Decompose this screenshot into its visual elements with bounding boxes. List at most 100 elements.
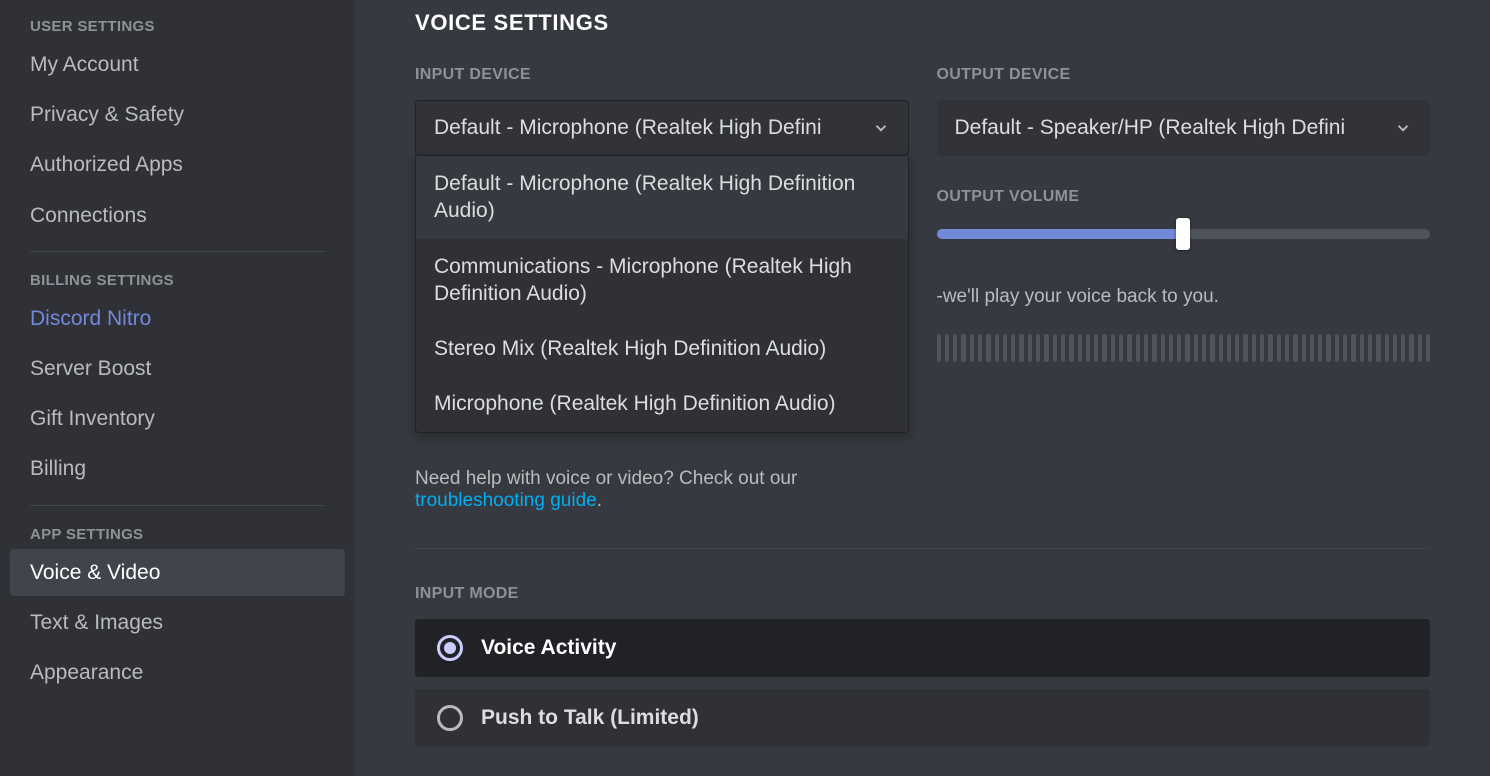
sidebar-header-app: APP SETTINGS [10, 518, 345, 549]
mic-bar [1078, 334, 1082, 362]
mic-bar [1235, 334, 1239, 362]
sidebar-divider [30, 505, 325, 506]
mic-bar [1227, 334, 1231, 362]
mic-bar [1177, 334, 1181, 362]
output-device-select[interactable]: Default - Speaker/HP (Realtek High Defin… [937, 100, 1431, 156]
mic-meter [937, 334, 1431, 362]
sidebar-item-authorized-apps[interactable]: Authorized Apps [10, 141, 345, 188]
mic-bar [1335, 334, 1339, 362]
mic-bar [1194, 334, 1198, 362]
sidebar-item-appearance[interactable]: Appearance [10, 649, 345, 696]
sidebar-item-server-boost[interactable]: Server Boost [10, 345, 345, 392]
mic-bar [1036, 334, 1040, 362]
slider-track [937, 229, 1431, 239]
radio-icon [437, 705, 463, 731]
troubleshooting-link[interactable]: troubleshooting guide [415, 490, 597, 511]
page-title: VOICE SETTINGS [415, 0, 1430, 66]
radio-label: Push to Talk (Limited) [481, 706, 699, 730]
mic-bar [1019, 334, 1023, 362]
mic-bar [1393, 334, 1397, 362]
mic-bar [1011, 334, 1015, 362]
input-mode-section: INPUT MODE Voice Activity Push to Talk (… [415, 585, 1430, 747]
sidebar-item-voice-video[interactable]: Voice & Video [10, 549, 345, 596]
mic-bar [986, 334, 990, 362]
mic-bar [1044, 334, 1048, 362]
help-prefix: Need help with voice or video? Check out… [415, 468, 797, 489]
mic-bar [1376, 334, 1380, 362]
mic-bar [1069, 334, 1073, 362]
input-device-option[interactable]: Default - Microphone (Realtek High Defin… [416, 156, 908, 239]
mic-bar [1409, 334, 1413, 362]
mic-bar [1285, 334, 1289, 362]
mic-bar [1028, 334, 1032, 362]
input-device-option[interactable]: Stereo Mix (Realtek High Definition Audi… [416, 321, 908, 376]
mic-bar [953, 334, 957, 362]
mic-test-text: -we'll play your voice back to you. [937, 286, 1431, 308]
mic-bar [1119, 334, 1123, 362]
mic-bar [937, 334, 941, 362]
input-device-option[interactable]: Microphone (Realtek High Definition Audi… [416, 376, 908, 431]
sidebar-item-my-account[interactable]: My Account [10, 41, 345, 88]
sidebar-header-user: USER SETTINGS [10, 10, 345, 41]
sidebar-header-billing: BILLING SETTINGS [10, 264, 345, 295]
output-device-selected: Default - Speaker/HP (Realtek High Defin… [955, 116, 1385, 140]
mic-bar [1094, 334, 1098, 362]
mic-bar [1260, 334, 1264, 362]
mic-bar [1277, 334, 1281, 362]
mic-bar [1293, 334, 1297, 362]
mic-bar [1268, 334, 1272, 362]
slider-thumb[interactable] [1176, 218, 1190, 250]
output-device-column: OUTPUT DEVICE Default - Speaker/HP (Real… [937, 66, 1431, 512]
mic-bar [970, 334, 974, 362]
input-device-column: INPUT DEVICE Default - Microphone (Realt… [415, 66, 909, 512]
mic-bar [1003, 334, 1007, 362]
slider-fill [937, 229, 1184, 239]
sidebar-item-discord-nitro[interactable]: Discord Nitro [10, 295, 345, 342]
mic-bar [1418, 334, 1422, 362]
mic-bar [1152, 334, 1156, 362]
mic-bar [961, 334, 965, 362]
input-device-selected: Default - Microphone (Realtek High Defin… [434, 116, 862, 140]
mic-bar [1310, 334, 1314, 362]
mic-bar [945, 334, 949, 362]
input-mode-push-to-talk[interactable]: Push to Talk (Limited) [415, 689, 1430, 747]
input-device-label: INPUT DEVICE [415, 66, 909, 84]
mic-bar [1210, 334, 1214, 362]
main-content: VOICE SETTINGS INPUT DEVICE Default - Mi… [355, 0, 1490, 776]
output-volume-label: OUTPUT VOLUME [937, 188, 1431, 206]
sidebar-item-gift-inventory[interactable]: Gift Inventory [10, 395, 345, 442]
section-divider [415, 548, 1430, 549]
mic-bar [1243, 334, 1247, 362]
help-suffix: . [597, 490, 602, 511]
sidebar-item-text-images[interactable]: Text & Images [10, 599, 345, 646]
sidebar-item-billing[interactable]: Billing [10, 445, 345, 492]
sidebar-item-privacy-safety[interactable]: Privacy & Safety [10, 91, 345, 138]
mic-bar [995, 334, 999, 362]
mic-bar [1111, 334, 1115, 362]
mic-bar [1385, 334, 1389, 362]
radio-label: Voice Activity [481, 636, 616, 660]
input-mode-label: INPUT MODE [415, 585, 1430, 603]
help-line: Need help with voice or video? Check out… [415, 468, 909, 512]
mic-bar [1169, 334, 1173, 362]
input-device-option[interactable]: Communications - Microphone (Realtek Hig… [416, 239, 908, 322]
mic-bar [1219, 334, 1223, 362]
mic-bar [1185, 334, 1189, 362]
input-device-select[interactable]: Default - Microphone (Realtek High Defin… [415, 100, 909, 156]
input-mode-voice-activity[interactable]: Voice Activity [415, 619, 1430, 677]
mic-bar [1252, 334, 1256, 362]
mic-bar [1302, 334, 1306, 362]
mic-bar [1102, 334, 1106, 362]
mic-bar [1086, 334, 1090, 362]
mic-bar [1136, 334, 1140, 362]
output-volume-slider[interactable] [937, 222, 1431, 246]
mic-bar [1053, 334, 1057, 362]
mic-bar [1061, 334, 1065, 362]
mic-bar [978, 334, 982, 362]
output-device-label: OUTPUT DEVICE [937, 66, 1431, 84]
mic-bar [1161, 334, 1165, 362]
mic-bar [1318, 334, 1322, 362]
mic-bar [1202, 334, 1206, 362]
sidebar-item-connections[interactable]: Connections [10, 192, 345, 239]
mic-bar [1360, 334, 1364, 362]
